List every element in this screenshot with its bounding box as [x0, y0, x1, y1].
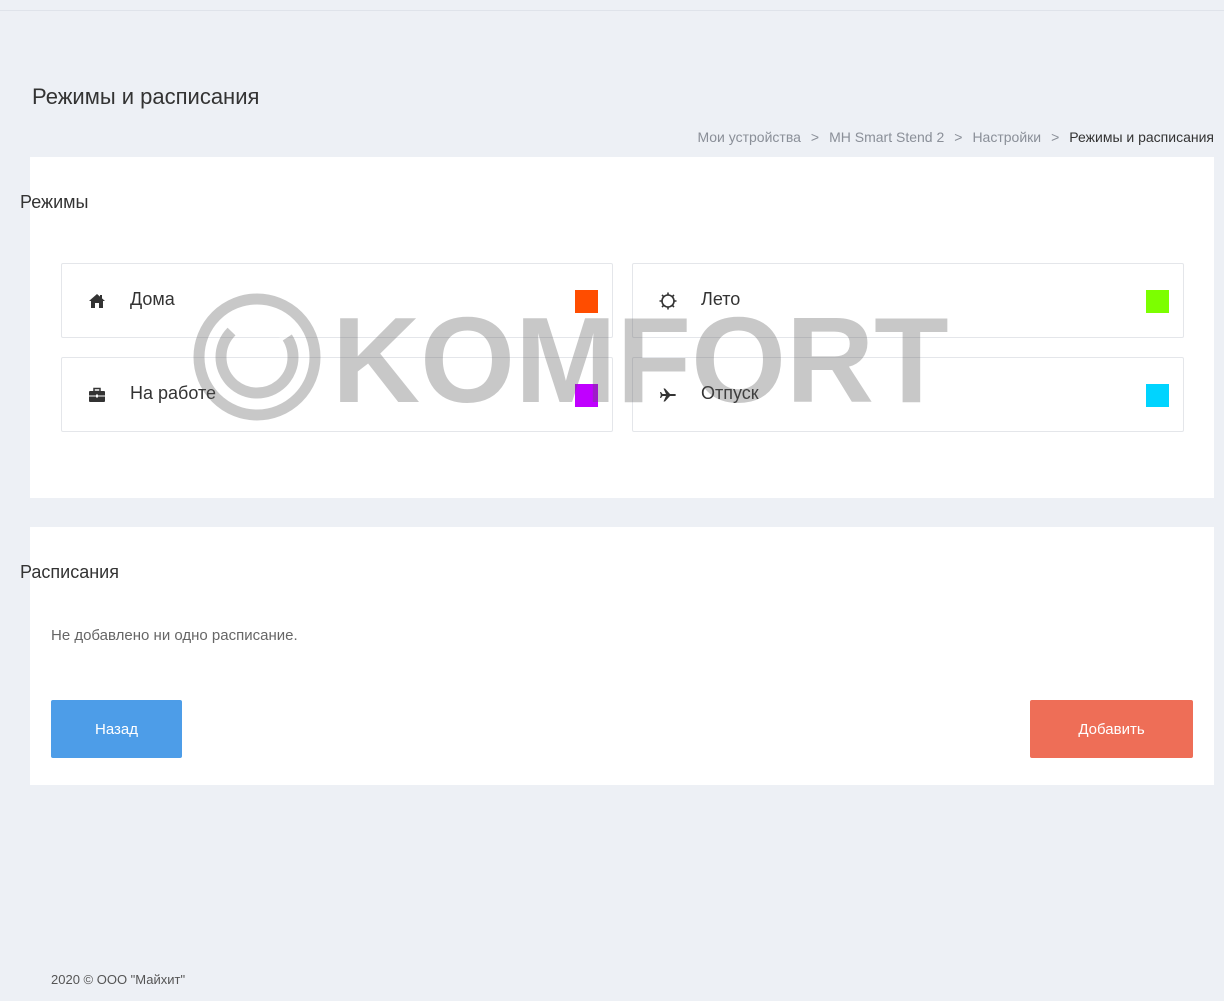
page: Режимы и расписания Мои устройства > MH Sm… — [0, 0, 1224, 1001]
airplane-icon — [659, 386, 677, 404]
breadcrumb-settings[interactable]: Настройки — [972, 129, 1041, 145]
back-button[interactable]: Назад — [51, 700, 182, 758]
breadcrumb-current: Режимы и расписания — [1069, 129, 1214, 145]
mode-summer[interactable]: Лето — [632, 263, 1184, 338]
breadcrumb-separator: > — [954, 129, 963, 145]
mode-at-work[interactable]: На работе — [61, 357, 613, 432]
mode-home[interactable]: Дома — [61, 263, 613, 338]
page-title: Режимы и расписания — [32, 84, 260, 109]
footer-copyright: 2020 © ООО "Майхит" — [51, 972, 186, 987]
mode-color-swatch — [575, 384, 598, 407]
mode-color-swatch — [1146, 384, 1169, 407]
mode-label: На работе — [130, 383, 217, 403]
breadcrumb: Мои устройства > MH Smart Stend 2 > Настройк… — [697, 129, 1214, 145]
mode-vacation[interactable]: Отпуск — [632, 357, 1184, 432]
mode-color-swatch — [575, 290, 598, 313]
modes-title: Режимы — [20, 192, 89, 212]
mode-label: Отпуск — [701, 383, 759, 403]
empty-schedules-message: Не добавлено ни одно расписание. — [51, 627, 298, 644]
breadcrumb-separator: > — [1051, 129, 1060, 145]
top-divider — [0, 10, 1224, 11]
breadcrumb-device[interactable]: MH Smart Stend 2 — [829, 129, 944, 145]
briefcase-icon — [88, 386, 106, 404]
add-schedule-button[interactable]: Добавить — [1030, 700, 1193, 758]
breadcrumb-separator: > — [810, 129, 820, 145]
home-icon — [88, 292, 106, 310]
mode-color-swatch — [1146, 290, 1169, 313]
mode-label: Лето — [701, 289, 741, 309]
schedules-title: Расписания — [20, 562, 119, 582]
sun-icon — [659, 292, 677, 310]
mode-label: Дома — [130, 289, 175, 309]
breadcrumb-my-devices[interactable]: Мои устройства — [697, 129, 800, 145]
